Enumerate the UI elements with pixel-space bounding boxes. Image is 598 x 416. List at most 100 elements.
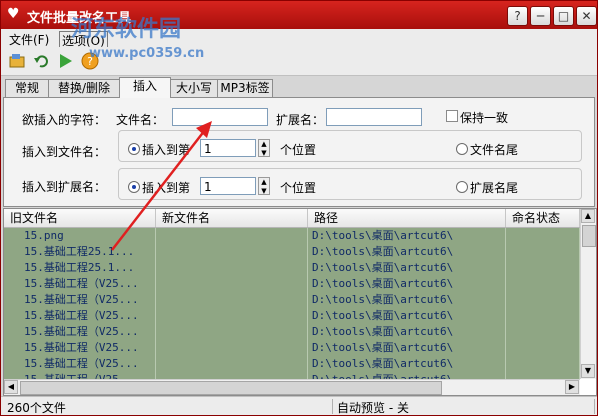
table-row[interactable]: 15.基础工程（V25... D:\tools\桌面\artcut6\ [4, 276, 580, 292]
path-cell: D:\tools\桌面\artcut6\ [308, 228, 506, 244]
chars-label: 欲插入的字符： [22, 113, 107, 127]
ext-insert-input[interactable] [326, 108, 422, 126]
ext-position-unit: 个位置 [280, 181, 317, 195]
old-name-cell: 15.基础工程（V25... [4, 292, 156, 308]
new-name-cell [156, 340, 308, 356]
tab-replace-delete[interactable]: 替换/删除 [48, 79, 120, 97]
path-cell: D:\tools\桌面\artcut6\ [308, 276, 506, 292]
filename-position-label: 插入到第 [142, 143, 191, 157]
table-row[interactable]: 15.png D:\tools\桌面\artcut6\ [4, 228, 580, 244]
file-count-status: 260个文件 [3, 399, 333, 415]
list-header: 旧文件名 新文件名 路径 命名状态 [4, 209, 580, 228]
new-name-cell [156, 228, 308, 244]
maximize-button[interactable]: □ [553, 6, 574, 26]
old-name-cell: 15.基础工程25.1... [4, 260, 156, 276]
close-button[interactable]: ✕ [576, 6, 597, 26]
old-name-cell: 15.基础工程（V25... [4, 340, 156, 356]
status-cell [506, 308, 580, 324]
vertical-scrollbar[interactable]: ▲ ▼ [580, 209, 596, 379]
col-path[interactable]: 路径 [308, 209, 506, 227]
path-cell: D:\tools\桌面\artcut6\ [308, 244, 506, 260]
help-window-button[interactable]: ? [507, 6, 528, 26]
tab-insert[interactable]: 插入 [119, 77, 171, 98]
new-name-cell [156, 308, 308, 324]
tab-mp3-tags[interactable]: MP3标签 [217, 79, 273, 97]
ext-position-label: 插入到第 [142, 181, 191, 195]
keep-same-checkbox[interactable] [446, 110, 458, 122]
undo-icon[interactable] [33, 52, 51, 70]
status-cell [506, 228, 580, 244]
status-cell [506, 260, 580, 276]
to-ext-label: 插入到扩展名： [22, 180, 107, 194]
scroll-up-button[interactable]: ▲ [581, 209, 595, 223]
keep-same-label: 保持一致 [460, 111, 509, 125]
status-cell [506, 356, 580, 372]
path-cell: D:\tools\桌面\artcut6\ [308, 324, 506, 340]
ext-label: 扩展名： [276, 113, 325, 127]
minimize-button[interactable]: ─ [530, 6, 551, 26]
ext-position-stepper[interactable]: ▲ ▼ [258, 177, 270, 195]
filename-position-unit: 个位置 [280, 143, 317, 157]
horizontal-scrollbar[interactable]: ◀ ▶ [4, 379, 580, 395]
table-row[interactable]: 15.基础工程（V25... D:\tools\桌面\artcut6\ [4, 308, 580, 324]
preview-status: 自动预览 - 关 [333, 399, 595, 415]
new-name-cell [156, 276, 308, 292]
filename-end-label: 文件名尾 [470, 143, 519, 157]
table-row[interactable]: 15.基础工程（V25... D:\tools\桌面\artcut6\ [4, 340, 580, 356]
ext-end-radio[interactable] [456, 181, 468, 193]
table-row[interactable]: 15.基础工程25.1... D:\tools\桌面\artcut6\ [4, 260, 580, 276]
new-name-cell [156, 260, 308, 276]
heart-icon: ♥ [7, 6, 20, 22]
file-list: 旧文件名 新文件名 路径 命名状态 15.png D:\tools\桌面\artc… [3, 208, 597, 396]
tab-bar: 常规 替换/删除 插入 大小写 MP3标签 [1, 77, 597, 98]
tab-case[interactable]: 大小写 [170, 79, 218, 97]
new-name-cell [156, 356, 308, 372]
status-bar: 260个文件 自动预览 - 关 [1, 396, 597, 415]
filename-end-radio[interactable] [456, 143, 468, 155]
old-name-cell: 15.基础工程25.1... [4, 244, 156, 260]
scroll-right-button[interactable]: ▶ [565, 380, 579, 394]
app-window: ♥ 文件批量改名工具 ? ─ □ ✕ 文件(F) 选项(O) ? 河东软件园 w… [0, 0, 598, 416]
old-name-cell: 15.基础工程（V25... [4, 276, 156, 292]
status-cell [506, 244, 580, 260]
col-status[interactable]: 命名状态 [506, 209, 580, 227]
old-name-cell: 15.基础工程（V25... [4, 308, 156, 324]
filename-position-radio[interactable] [128, 143, 140, 155]
filename-insert-input[interactable] [172, 108, 268, 126]
path-cell: D:\tools\桌面\artcut6\ [308, 260, 506, 276]
old-name-cell: 15.png [4, 228, 156, 244]
scroll-down-button[interactable]: ▼ [581, 364, 595, 378]
rename-icon[interactable] [57, 52, 75, 70]
status-cell [506, 276, 580, 292]
status-cell [506, 324, 580, 340]
horizontal-scroll-thumb[interactable] [20, 381, 442, 395]
tab-general[interactable]: 常规 [5, 79, 49, 97]
filename-position-input[interactable]: 1 [200, 139, 256, 157]
vertical-scroll-thumb[interactable] [582, 225, 596, 247]
table-row[interactable]: 15.基础工程25.1... D:\tools\桌面\artcut6\ [4, 244, 580, 260]
scroll-left-button[interactable]: ◀ [4, 380, 18, 394]
menu-file[interactable]: 文件(F) [9, 31, 49, 48]
open-icon[interactable] [9, 52, 27, 70]
to-filename-label: 插入到文件名： [22, 145, 107, 159]
new-name-cell [156, 292, 308, 308]
old-name-cell: 15.基础工程（V25... [4, 356, 156, 372]
col-new-name[interactable]: 新文件名 [156, 209, 308, 227]
filename-label: 文件名： [116, 113, 165, 127]
ext-position-radio[interactable] [128, 181, 140, 193]
ext-position-input[interactable]: 1 [200, 177, 256, 195]
new-name-cell [156, 324, 308, 340]
table-row[interactable]: 15.基础工程（V25... D:\tools\桌面\artcut6\ [4, 356, 580, 372]
path-cell: D:\tools\桌面\artcut6\ [308, 308, 506, 324]
watermark-url: www.pc0359.cn [89, 46, 205, 61]
path-cell: D:\tools\桌面\artcut6\ [308, 292, 506, 308]
insert-panel: 欲插入的字符： 文件名： 扩展名： 保持一致 插入到文件名： 插入到第 1 ▲ ▼… [3, 97, 595, 207]
path-cell: D:\tools\桌面\artcut6\ [308, 356, 506, 372]
new-name-cell [156, 244, 308, 260]
ext-end-label: 扩展名尾 [470, 181, 519, 195]
col-old-name[interactable]: 旧文件名 [4, 209, 156, 227]
table-row[interactable]: 15.基础工程（V25... D:\tools\桌面\artcut6\ [4, 324, 580, 340]
watermark-title: 河东软件园 [71, 17, 182, 42]
filename-position-stepper[interactable]: ▲ ▼ [258, 139, 270, 157]
table-row[interactable]: 15.基础工程（V25... D:\tools\桌面\artcut6\ [4, 292, 580, 308]
